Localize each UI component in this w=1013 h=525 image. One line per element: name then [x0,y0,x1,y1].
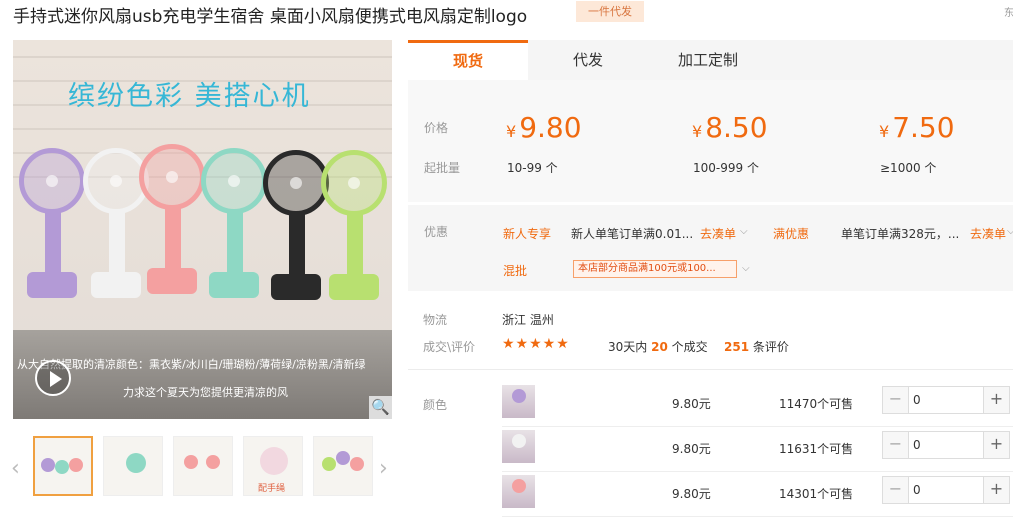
full-discount-tag: 满优惠 [773,227,810,241]
sku-price: 9.80元 [672,442,711,456]
sku-price: 9.80元 [672,397,711,411]
mixed-batch-tag: 混批 [503,264,528,278]
quantity-stepper: − + [882,431,1010,459]
product-title: 手持式迷你风扇usb充电学生宿舍 桌面小风扇便携式电风扇定制logo [13,7,528,27]
tier-range-2: 100-999 个 [693,161,759,175]
ship-from-location: 浙江 温州 [502,313,554,327]
decrease-button[interactable]: − [883,387,909,413]
zoom-icon[interactable]: 🔍 [369,396,392,419]
sku-row: 9.80元 11631个可售 − + [502,428,1013,472]
promotions-label: 优惠 [424,225,449,239]
next-thumbnail-arrow[interactable]: › [379,456,388,481]
color-label: 颜色 [423,398,448,412]
new-user-tag: 新人专享 [503,227,552,241]
rating-stars: ★★★★★ [502,336,570,352]
chevron-down-icon[interactable]: ⌵ [740,226,748,237]
deals-reviews-label: 成交\评价 [423,340,476,354]
dropship-badge[interactable]: 一件代发 [576,1,644,22]
sku-row: 9.80元 11470个可售 − + [502,383,1013,427]
collect-order-link-1[interactable]: 去凑单 [700,225,736,242]
collect-order-link-2[interactable]: 去凑单 [970,225,1006,242]
deals-summary[interactable]: 30天内 20 个成交 [608,338,708,355]
purchase-mode-tabs: 现货 代发 加工定制 [408,40,1013,80]
sku-thumbnail[interactable] [502,430,535,463]
reviews-summary[interactable]: 251 条评价 [724,338,789,355]
increase-button[interactable]: + [983,387,1009,413]
thumbnail-strip: ‹ 配手绳 › [11,436,393,502]
thumbnail-3[interactable] [173,436,233,496]
price-tiers: 价格 起批量 ¥9.80 10-99 个 ¥8.50 100-999 个 ¥7.… [408,80,1013,202]
prev-thumbnail-arrow[interactable]: ‹ [11,456,20,481]
sku-thumbnail[interactable] [502,475,535,508]
full-discount-offer: 单笔订单满328元，... [841,227,960,241]
sku-stock: 11631个可售 [779,442,854,456]
quantity-input[interactable] [913,436,973,454]
divider [408,369,1013,370]
sku-stock: 14301个可售 [779,487,854,501]
decrease-button[interactable]: − [883,432,909,458]
image-headline: 缤纷色彩 美搭心机 [68,81,311,112]
tab-in-stock[interactable]: 现货 [408,40,528,80]
store-coupon[interactable]: 本店部分商品满100元或100... [573,260,737,278]
quantity-input[interactable] [913,391,973,409]
quantity-stepper: − + [882,476,1010,504]
sku-row: 9.80元 14301个可售 − + [502,473,1013,517]
main-product-image[interactable]: 缤纷色彩 美搭心机 从大自然提取的清凉颜色：熏衣紫/冰川白/珊瑚粉/薄荷绿/凉粉… [13,40,392,419]
thumbnail-caption: 配手绳 [258,484,286,494]
sku-thumbnail[interactable] [502,385,535,418]
decrease-button[interactable]: − [883,477,909,503]
chevron-down-icon[interactable]: ⌵ [742,263,750,274]
thumbnail-1[interactable] [33,436,93,496]
corner-text: 东 [1004,8,1013,19]
promotions-section: 优惠 新人专享 新人单笔订单满0.01... 去凑单 ⌵ 满优惠 单笔订单满32… [408,205,1013,291]
quantity-stepper: − + [882,386,1010,414]
new-user-offer: 新人单笔订单满0.01... [571,227,694,241]
tier-range-3: ≥1000 个 [880,161,937,175]
price-label: 价格 [424,121,449,135]
tab-dropship[interactable]: 代发 [528,40,648,80]
sku-stock: 11470个可售 [779,397,854,411]
image-caption-tagline: 力求这个夏天为您提供更清凉的风 [123,386,288,399]
sku-price: 9.80元 [672,487,711,501]
tier-range-1: 10-99 个 [507,161,558,175]
thumbnail-4[interactable]: 配手绳 [243,436,303,496]
logistics-label: 物流 [423,313,448,327]
increase-button[interactable]: + [983,477,1009,503]
increase-button[interactable]: + [983,432,1009,458]
tier-price-2: ¥8.50 [692,111,768,144]
chevron-down-icon[interactable]: ⌵ [1007,226,1013,237]
tab-customization[interactable]: 加工定制 [648,40,768,80]
quantity-input[interactable] [913,481,973,499]
thumbnail-2[interactable] [103,436,163,496]
tier-price-1: ¥9.80 [506,111,582,144]
thumbnail-5[interactable] [313,436,373,496]
moq-label: 起批量 [424,161,461,175]
play-video-icon[interactable] [35,360,71,396]
tier-price-3: ¥7.50 [879,111,955,144]
